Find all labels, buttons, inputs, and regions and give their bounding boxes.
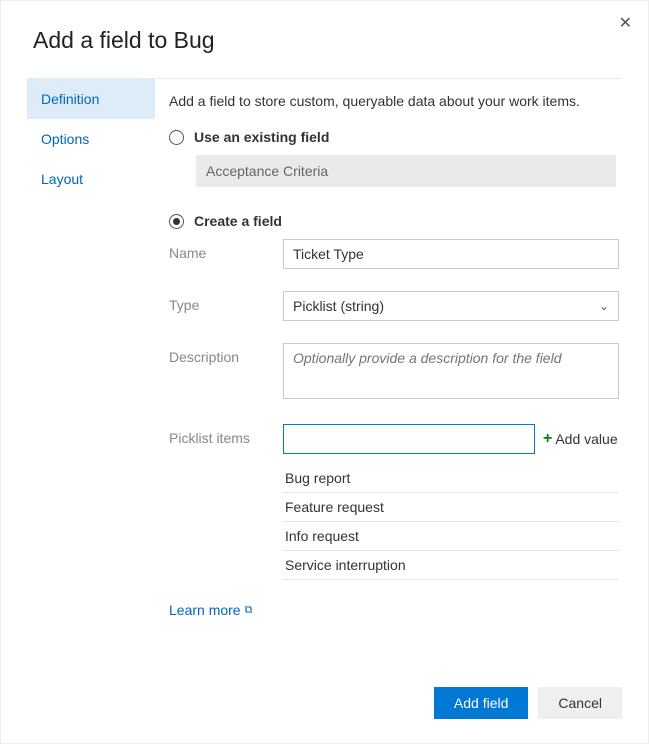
- list-item[interactable]: Info request: [283, 522, 619, 551]
- picklist-label: Picklist items: [169, 424, 283, 580]
- existing-field-select[interactable]: Acceptance Criteria: [196, 155, 616, 187]
- tab-definition[interactable]: Definition: [27, 79, 155, 119]
- add-value-button[interactable]: + Add value: [543, 430, 618, 448]
- type-label: Type: [169, 291, 283, 321]
- name-input[interactable]: [283, 239, 619, 269]
- sidebar: Definition Options Layout: [27, 79, 155, 618]
- picklist-items: Bug report Feature request Info request …: [283, 464, 619, 580]
- description-input[interactable]: [283, 343, 619, 399]
- tab-layout[interactable]: Layout: [27, 159, 155, 199]
- dialog-footer: Add field Cancel: [434, 687, 622, 719]
- list-item[interactable]: Service interruption: [283, 551, 619, 580]
- create-field-label: Create a field: [194, 213, 282, 229]
- learn-more-link[interactable]: Learn more ⧉: [169, 602, 252, 618]
- use-existing-label: Use an existing field: [194, 129, 329, 145]
- name-label: Name: [169, 239, 283, 269]
- type-value: Picklist (string): [293, 298, 384, 314]
- external-link-icon: ⧉: [245, 604, 253, 617]
- picklist-input[interactable]: [283, 424, 535, 454]
- list-item[interactable]: Bug report: [283, 464, 619, 493]
- add-field-button[interactable]: Add field: [434, 687, 528, 719]
- list-item[interactable]: Feature request: [283, 493, 619, 522]
- radio-use-existing[interactable]: [169, 130, 184, 145]
- add-value-label: Add value: [555, 431, 617, 447]
- description-label: Description: [169, 343, 283, 402]
- close-icon[interactable]: ✕: [615, 9, 636, 37]
- content-pane: Add a field to store custom, queryable d…: [155, 79, 622, 618]
- pane-description: Add a field to store custom, queryable d…: [169, 79, 622, 129]
- tab-options[interactable]: Options: [27, 119, 155, 159]
- learn-more-label: Learn more: [169, 602, 241, 618]
- radio-create-field[interactable]: [169, 214, 184, 229]
- dialog-title: Add a field to Bug: [1, 1, 648, 78]
- cancel-button[interactable]: Cancel: [538, 687, 622, 719]
- chevron-down-icon: ⌄: [599, 299, 609, 313]
- type-select[interactable]: Picklist (string) ⌄: [283, 291, 619, 321]
- plus-icon: +: [543, 430, 552, 448]
